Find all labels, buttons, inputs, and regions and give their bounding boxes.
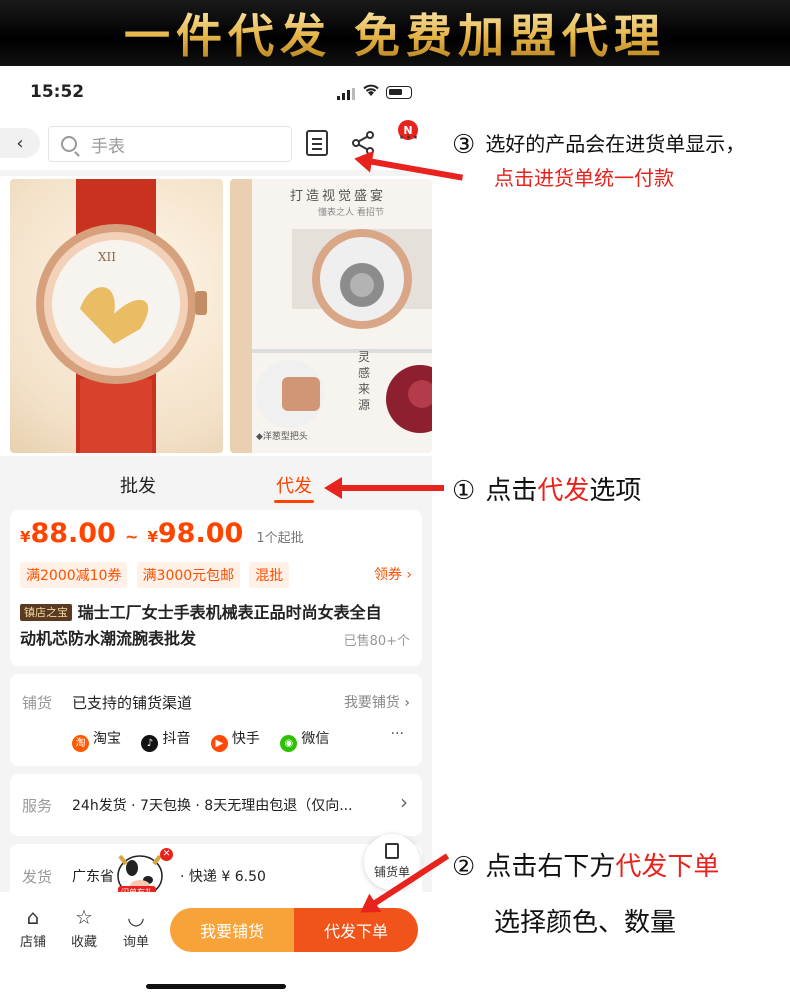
- detail-heading: 打造视觉盛宴: [290, 189, 387, 204]
- product-badge: 镇店之宝: [20, 604, 72, 621]
- annotation-arrow-1: [324, 477, 444, 499]
- distribution-label: 铺货: [22, 694, 53, 712]
- channel-list: 淘淘宝 ♪ 抖音 ▶ 快手 ◉ 微信: [72, 728, 329, 752]
- product-image-watch[interactable]: XII: [10, 179, 223, 453]
- star-icon: ☆: [75, 905, 93, 929]
- annotation-3: ③ 选好的产品会在进货单显示，: [452, 130, 746, 160]
- price-low: 88.00: [30, 518, 116, 549]
- dropship-order-button[interactable]: 代发下单: [294, 908, 418, 952]
- service-card[interactable]: 服务 24h发货 · 7天包换 · 8天无理由包退（仅向... ›: [10, 774, 422, 836]
- douyin-icon: ♪: [141, 735, 159, 752]
- service-text: 24h发货 · 7天包换 · 8天无理由包退（仅向...: [72, 798, 353, 814]
- tab-wholesale[interactable]: 批发: [120, 472, 156, 498]
- purchase-mode-tabs: 批发 代发: [0, 456, 432, 508]
- annotation-2: ② 点击右下方代发下单: [452, 852, 720, 882]
- product-gallery[interactable]: XII 打造视觉盛宴 懂表之人 看招节 灵感来源 ◆洋葱型把头: [0, 176, 432, 456]
- status-bar: 15:52: [0, 66, 432, 120]
- search-icon: [61, 136, 77, 152]
- distribution-text: 已支持的铺货渠道: [72, 694, 193, 712]
- sold-count: 已售80+个: [343, 634, 410, 649]
- service-label: 服务: [22, 797, 53, 815]
- more-icon[interactable]: ···: [398, 128, 419, 150]
- promo-tag: 混批: [249, 562, 290, 588]
- inquiry-button[interactable]: ◡ 询单: [116, 906, 156, 950]
- channel-wechat: ◉ 微信: [280, 731, 329, 752]
- shop-icon: ⌂: [26, 905, 40, 929]
- shipping-label: 发货: [22, 868, 53, 886]
- distribution-card[interactable]: 铺货 已支持的铺货渠道 我要铺货 › 淘淘宝 ♪ 抖音 ▶ 快手 ◉ 微信 ···: [10, 674, 422, 766]
- annotation-2-line2: 选择颜色、数量: [494, 908, 677, 938]
- home-indicator: [146, 984, 286, 989]
- annotation-3-line2: 点击进货单统一付款: [494, 166, 674, 190]
- phone-screen: 15:52 ‹ 手表 N ··· XII 打造视觉盛宴 懂表之人 看招节 灵感来…: [0, 66, 432, 1001]
- signal-icon: [337, 88, 355, 100]
- tab-underline: [274, 500, 314, 503]
- tab-dropship[interactable]: 代发: [276, 472, 312, 498]
- taobao-icon: 淘: [72, 735, 89, 752]
- battery-icon: [386, 86, 412, 99]
- search-input[interactable]: 手表: [48, 126, 292, 162]
- price-card: ¥88.00 ~ ¥98.00 1个起批 满2000减10券 满3000元包邮 …: [10, 510, 422, 666]
- chat-icon: ◡: [127, 905, 145, 929]
- chevron-right-icon: ›: [400, 790, 408, 814]
- wifi-icon: [362, 83, 380, 101]
- movement-illustration: [252, 229, 432, 433]
- kuaishou-icon: ▶: [210, 735, 228, 752]
- channel-taobao: 淘淘宝: [72, 731, 121, 752]
- promo-tag: 满2000减10券: [20, 562, 128, 588]
- favorite-button[interactable]: ☆ 收藏: [64, 906, 104, 950]
- status-time: 15:52: [30, 82, 85, 102]
- min-order: 1个起批: [256, 531, 304, 546]
- floating-purchase-list-label: 铺货单: [373, 865, 410, 879]
- watch-illustration: XII: [36, 179, 207, 453]
- chevron-right-icon: ›: [404, 695, 410, 711]
- promo-tags: 满2000减10券 满3000元包邮 混批: [20, 562, 293, 588]
- product-image-detail[interactable]: 打造视觉盛宴 懂表之人 看招节 灵感来源 ◆洋葱型把头: [230, 179, 432, 453]
- price-range: ¥88.00 ~ ¥98.00 1个起批: [20, 518, 304, 549]
- distribute-button[interactable]: 我要铺货: [170, 908, 294, 952]
- close-icon[interactable]: ✕: [160, 848, 173, 861]
- wechat-icon: ◉: [280, 735, 298, 752]
- get-coupon-link[interactable]: 领券 ›: [374, 564, 412, 584]
- back-button[interactable]: ‹: [0, 128, 40, 158]
- chevron-right-icon: ›: [406, 567, 412, 583]
- promo-tag: 满3000元包邮: [136, 562, 241, 588]
- channel-douyin: ♪ 抖音: [141, 731, 190, 752]
- detail-vertical-text: 灵感来源: [358, 350, 371, 412]
- purchase-list-icon[interactable]: [306, 130, 328, 156]
- channel-kuaishou: ▶ 快手: [210, 731, 260, 752]
- shop-button[interactable]: ⌂ 店铺: [13, 906, 53, 950]
- promo-banner: 一件代发 免费加盟代理: [0, 0, 790, 66]
- distribute-link[interactable]: 我要铺货 ›: [344, 692, 410, 712]
- price-high: 98.00: [157, 518, 244, 549]
- detail-subheading: 懂表之人 看招节: [318, 208, 384, 218]
- detail-caption: ◆洋葱型把头: [256, 432, 308, 442]
- more-channels-icon[interactable]: ···: [391, 726, 404, 742]
- shipping-express: · 快递 ¥ 6.50: [180, 869, 266, 885]
- svg-text:XII: XII: [98, 250, 116, 264]
- search-placeholder: 手表: [91, 136, 125, 157]
- purchase-list-icon: [385, 843, 399, 859]
- annotation-1: ① 点击代发选项: [452, 476, 642, 506]
- chevron-left-icon: ‹: [16, 132, 24, 154]
- banner-title: 一件代发 免费加盟代理: [124, 0, 666, 66]
